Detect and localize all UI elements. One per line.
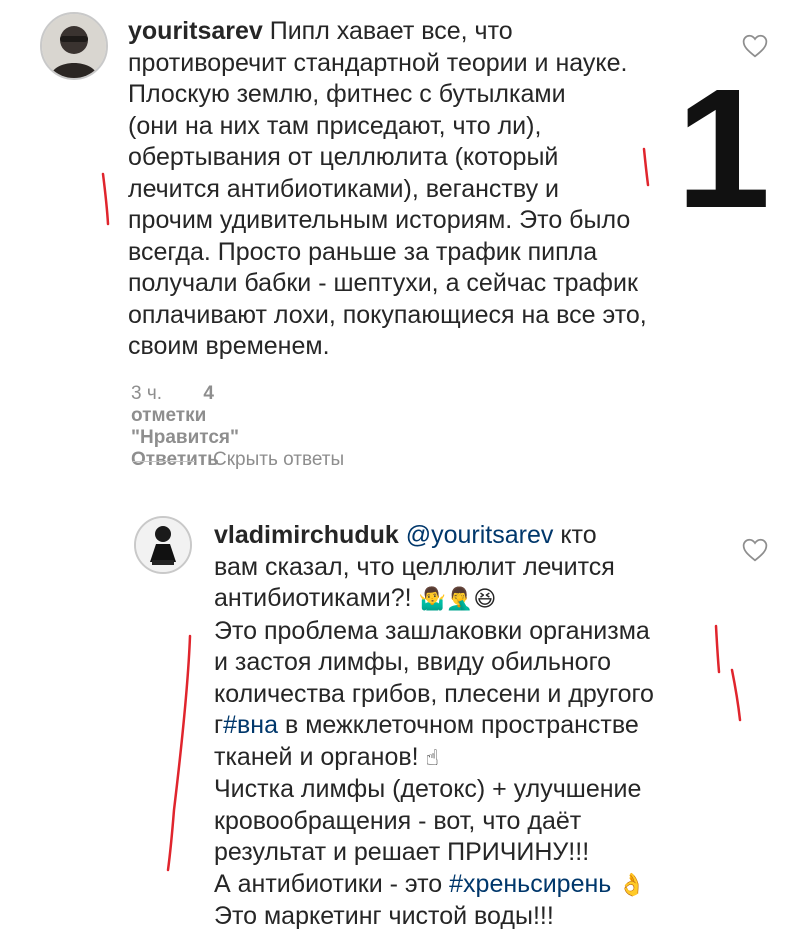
comment-time: 3 ч. xyxy=(131,383,163,404)
comment-body: Пипл хавает все, что противоречит станда… xyxy=(128,17,647,360)
red-mark-left-2 xyxy=(166,634,192,872)
reply-avatar[interactable] xyxy=(134,516,192,574)
reply-text: vladimirchuduk @youritsarev кто вам сказ… xyxy=(214,521,654,930)
red-mark-left-1 xyxy=(101,172,110,226)
comment-text: youritsarev Пипл хавает все, что противо… xyxy=(128,16,688,363)
like-heart-icon[interactable] xyxy=(742,538,768,562)
emoji-pointing-up: ☝ xyxy=(425,745,439,771)
emoji-ok-hand: 👌 xyxy=(618,872,646,898)
emoji-shrug-facepalm-laugh: 🤷‍♂️🤦‍♂️😆 xyxy=(418,587,497,612)
reply-username[interactable]: vladimirchuduk xyxy=(214,521,399,549)
reply-button[interactable]: Ответить xyxy=(131,449,219,470)
replies-divider xyxy=(133,461,195,462)
hashtag-link[interactable]: #хреньсирень xyxy=(449,870,611,898)
hashtag-link[interactable]: #вна xyxy=(223,711,278,739)
comment-avatar[interactable] xyxy=(40,12,108,80)
user-avatar-photo xyxy=(136,518,190,572)
hide-replies-button[interactable]: Скрыть ответы xyxy=(213,449,344,471)
annotation-number: 1 xyxy=(676,54,771,244)
reply-mention[interactable]: @youritsarev xyxy=(406,521,554,549)
user-avatar-photo xyxy=(42,14,106,78)
comment-username[interactable]: youritsarev xyxy=(128,17,263,45)
